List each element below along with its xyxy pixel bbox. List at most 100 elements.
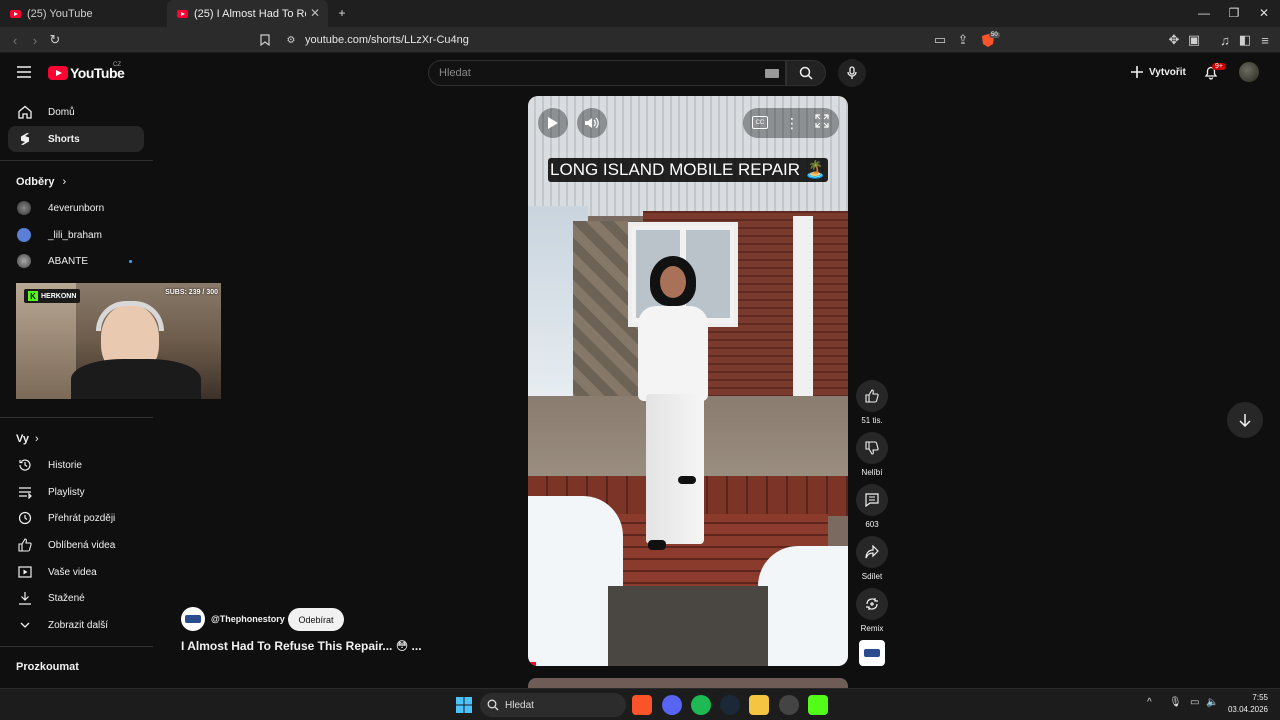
kick-app-icon[interactable]	[808, 695, 828, 715]
tab-short-video[interactable]: (25) I Almost Had To Refuse This ✕	[167, 0, 328, 27]
close-tab-icon[interactable]: ✕	[310, 6, 320, 20]
tab-youtube[interactable]: (25) YouTube	[0, 0, 165, 27]
short-title[interactable]: I Almost Had To Refuse This Repair... 😳 …	[181, 639, 422, 653]
sidebar-item-liked-videos[interactable]: Oblíbená videa	[8, 532, 144, 558]
search-input[interactable]: Hledat	[428, 60, 786, 86]
create-button[interactable]: Vytvořit	[1130, 64, 1190, 80]
volume-button[interactable]	[577, 108, 607, 138]
search-placeholder: Hledat	[439, 67, 471, 79]
address-bar[interactable]: youtube.com/shorts/LLzXr-Cu4ng	[305, 34, 469, 46]
sidebar-item-label: Stažené	[48, 592, 85, 604]
play-button[interactable]	[538, 108, 568, 138]
reload-icon[interactable]: ↻	[46, 31, 64, 49]
forward-icon[interactable]: ›	[26, 31, 44, 49]
minimize-button[interactable]: —	[1194, 3, 1214, 23]
thumbs-down-icon	[865, 441, 879, 455]
keyboard-icon[interactable]	[765, 69, 779, 78]
cast-icon[interactable]: ▭	[931, 31, 949, 49]
video-icon	[17, 564, 33, 580]
share-icon[interactable]: ⇪	[954, 31, 972, 49]
fullscreen-icon[interactable]	[815, 114, 833, 132]
progress-bar[interactable]	[528, 662, 536, 666]
sidebar-divider	[0, 160, 153, 161]
person-shoe	[648, 540, 666, 550]
brave-app-icon[interactable]	[632, 695, 652, 715]
subscription-label: 4everunborn	[48, 202, 105, 214]
taskbar-search[interactable]: Hledat	[480, 693, 626, 717]
subscribe-button[interactable]: Odebírat	[288, 608, 344, 631]
next-short-preview[interactable]	[528, 678, 848, 688]
play-icon	[548, 117, 558, 129]
file-explorer-icon[interactable]	[749, 695, 769, 715]
share-button[interactable]	[856, 536, 888, 568]
clock-time[interactable]: 7:55	[1232, 693, 1268, 702]
sidebar-item-history[interactable]: Historie	[8, 452, 144, 478]
extensions-icon[interactable]: ✥	[1165, 31, 1183, 49]
channel-name[interactable]: @Thephonestory	[211, 614, 285, 624]
youtube-favicon-icon	[177, 9, 188, 18]
sidebar-item-label: Vaše videa	[48, 566, 97, 578]
new-tab-button[interactable]: +	[332, 3, 352, 23]
youtube-logo-icon[interactable]	[48, 66, 68, 80]
wallet-icon[interactable]: ▣	[1185, 31, 1203, 49]
dislike-button[interactable]	[856, 432, 888, 464]
sidebar-item-your-videos[interactable]: Vaše videa	[8, 559, 144, 585]
next-short-button[interactable]	[1227, 402, 1263, 438]
subscription-item[interactable]: 4everunborn	[8, 195, 144, 221]
video-caption-banner: LONG ISLAND MOBILE REPAIR 🏝️	[548, 158, 828, 182]
you-header[interactable]: Vy ›	[16, 433, 39, 445]
bookmark-icon[interactable]	[256, 31, 274, 49]
streamer-shirt	[71, 359, 201, 399]
sidebar-divider	[0, 417, 153, 418]
back-icon[interactable]: ‹	[6, 31, 24, 49]
search-button[interactable]	[786, 60, 826, 86]
clock-date[interactable]: 03.04.2026	[1222, 705, 1268, 714]
close-window-button[interactable]: ✕	[1254, 3, 1274, 23]
walkway	[608, 586, 768, 666]
music-icon[interactable]: ♫	[1216, 31, 1234, 49]
network-icon[interactable]: ▭	[1190, 697, 1199, 708]
sidebar-item-watch-later[interactable]: Přehrát později	[8, 505, 144, 531]
share-label: Sdílet	[861, 572, 883, 581]
subscription-item[interactable]: _lili_braham	[8, 222, 144, 248]
person-pants	[646, 394, 704, 544]
explore-title: Prozkoumat	[16, 661, 79, 673]
speaker-icon[interactable]: 🔈	[1206, 697, 1218, 708]
restore-button[interactable]: ❐	[1224, 3, 1244, 23]
menu-icon[interactable]: ≡	[1256, 31, 1274, 49]
door-frame	[793, 216, 813, 416]
section-title: Vy	[16, 433, 30, 445]
voice-search-button[interactable]	[838, 59, 866, 87]
start-button[interactable]	[454, 695, 474, 715]
dislike-label: Nelíbí	[861, 468, 883, 477]
comments-button[interactable]	[856, 484, 888, 516]
remix-button[interactable]	[856, 588, 888, 620]
like-button[interactable]	[856, 380, 888, 412]
sidebar-item-playlists[interactable]: Playlisty	[8, 479, 144, 505]
tab-label: (25) I Almost Had To Refuse This	[194, 7, 306, 20]
sidebar-item-home[interactable]: Domů	[8, 99, 144, 125]
account-avatar[interactable]	[1239, 62, 1259, 82]
windows-taskbar: Hledat ^ 🎙 ▭ 🔈 7:55 03.04.2026	[0, 688, 1280, 720]
sidebar-item-show-more[interactable]: Zobrazit další	[8, 612, 144, 638]
short-video-player[interactable]: CC ⋮ LONG ISLAND MOBILE REPAIR 🏝️	[528, 96, 848, 666]
sidebar-item-downloads[interactable]: Stažené	[8, 585, 144, 611]
taskbar-search-placeholder: Hledat	[505, 699, 534, 711]
tray-chevron-icon[interactable]: ^	[1147, 697, 1152, 708]
app-icon[interactable]	[779, 695, 799, 715]
steam-app-icon[interactable]	[720, 695, 740, 715]
comment-icon	[865, 493, 879, 507]
site-info-icon[interactable]: ⚙	[282, 31, 300, 49]
more-options-icon[interactable]: ⋮	[785, 113, 799, 133]
spotify-app-icon[interactable]	[691, 695, 711, 715]
subscription-item[interactable]: ABANTE	[8, 248, 144, 274]
guide-menu-icon[interactable]	[16, 64, 32, 80]
sound-thumbnail[interactable]	[859, 640, 885, 666]
sidebar-item-shorts[interactable]: Shorts	[8, 126, 144, 152]
subscriptions-header[interactable]: Odběry ›	[16, 176, 66, 188]
microphone-tray-icon[interactable]: 🎙	[1169, 697, 1182, 708]
channel-avatar[interactable]	[181, 607, 205, 631]
discord-app-icon[interactable]	[662, 695, 682, 715]
sidebar-toggle-icon[interactable]: ◧	[1236, 31, 1254, 49]
captions-icon[interactable]: CC	[752, 116, 768, 129]
